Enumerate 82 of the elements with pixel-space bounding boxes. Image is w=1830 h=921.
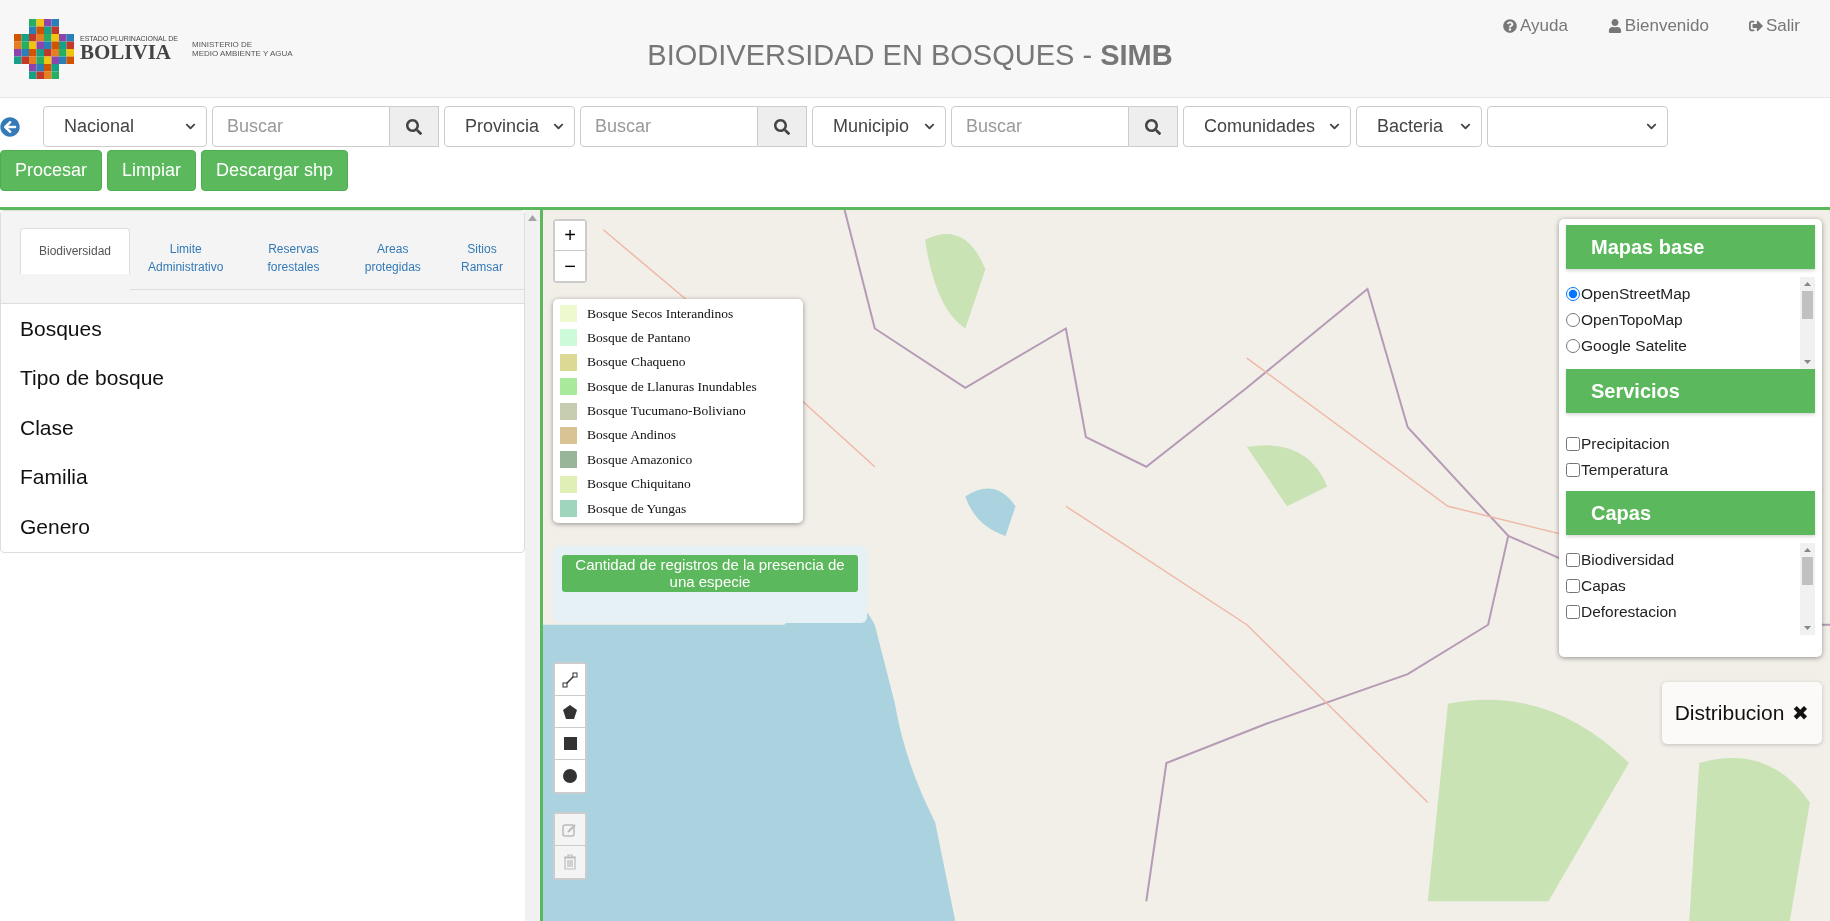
coat-of-arms-logo: [14, 18, 74, 79]
chevron-icon: [1646, 121, 1657, 132]
checkbox-option[interactable]: Temperatura: [1566, 459, 1815, 481]
checkbox-option[interactable]: Biodiversidad: [1566, 549, 1800, 571]
checkbox-option[interactable]: Precipitacion: [1566, 433, 1815, 455]
search-icon: [406, 118, 422, 135]
legend-label: Bosque de Yungas: [587, 500, 687, 517]
nav-link[interactable]: Ayuda: [1502, 16, 1568, 36]
search-field[interactable]: Buscar: [212, 106, 390, 147]
chevron-icon: [924, 121, 935, 132]
section-header: Servicios: [1566, 369, 1815, 413]
sidebar-item[interactable]: Familia: [1, 452, 524, 502]
search-field[interactable]: Buscar: [580, 106, 758, 147]
search-button[interactable]: [1129, 106, 1178, 147]
search-button[interactable]: [758, 106, 807, 147]
section-header: Mapas base: [1566, 225, 1815, 269]
select-field[interactable]: Bacteria: [1356, 106, 1482, 147]
section-header: Capas: [1566, 491, 1815, 535]
search-field[interactable]: Buscar: [951, 106, 1129, 147]
legend-label: Bosque Amazonico: [587, 451, 693, 468]
search-button[interactable]: [390, 106, 439, 147]
radio-button[interactable]: [1566, 287, 1580, 301]
radio-button[interactable]: [1566, 313, 1580, 327]
pentagon-icon: [562, 703, 578, 720]
scrollbar[interactable]: [1800, 543, 1815, 635]
select-field[interactable]: Provincia: [444, 106, 575, 147]
checkbox[interactable]: [1566, 553, 1580, 567]
checkbox-option[interactable]: Deforestacion: [1566, 601, 1800, 623]
sidebar-tab[interactable]: Biodiversidad: [20, 228, 131, 274]
legend-label: Bosque Chaqueno: [587, 354, 686, 371]
radio-option[interactable]: OpenStreetMap: [1566, 283, 1800, 305]
info-title: Cantidad de registros de la presencia de una especie: [562, 555, 858, 592]
legend-label: Bosque Chiquitano: [587, 476, 691, 493]
checkbox[interactable]: [1566, 437, 1580, 451]
sidebar-item[interactable]: Bosques: [1, 304, 524, 354]
select-field[interactable]: Comunidades: [1183, 106, 1351, 147]
checkbox[interactable]: [1566, 579, 1580, 593]
circle-icon: [563, 769, 577, 783]
distribution-label: Distribucion: [1674, 701, 1785, 725]
chevron-icon: [1460, 121, 1471, 132]
radio-button[interactable]: [1566, 339, 1580, 353]
help-icon: [1502, 19, 1517, 33]
checkbox-option[interactable]: Capas: [1566, 575, 1800, 597]
legend-label: Bosque Tucumano-Boliviano: [587, 403, 746, 420]
square-icon: [563, 737, 577, 750]
select-field[interactable]: [1487, 106, 1668, 147]
page-title: BIODIVERSIDAD EN BOSQUES - SIMB: [646, 39, 1174, 72]
zoom-in-button[interactable]: +: [555, 221, 585, 251]
sidebar-tab[interactable]: Sitios Ramsar: [439, 228, 524, 290]
sidebar-tab[interactable]: Reservas forestales: [241, 228, 346, 290]
checkbox[interactable]: [1566, 605, 1580, 619]
sidebar-item[interactable]: Clase: [1, 403, 524, 453]
edit-icon: [562, 821, 578, 838]
close-icon[interactable]: ✖: [1792, 701, 1810, 725]
user-icon: [1607, 19, 1622, 33]
chevron-icon: [1329, 121, 1340, 132]
legend-label: Bosque de Llanuras Inundables: [587, 378, 757, 395]
radio-option[interactable]: OpenTopoMap: [1566, 309, 1800, 331]
logo-name: BOLIVIA: [80, 41, 172, 63]
radio-option[interactable]: Google Satelite: [1566, 335, 1800, 357]
legend-label: Bosque de Pantano: [587, 329, 691, 346]
logout-icon: [1749, 19, 1763, 33]
trash-icon: [563, 854, 577, 870]
search-icon: [774, 118, 790, 135]
nav-link[interactable]: Salir: [1749, 16, 1800, 36]
legend-label: Bosque Andinos: [587, 427, 676, 444]
sidebar-tab[interactable]: Areas protegidas: [345, 228, 440, 290]
sidebar-item[interactable]: Genero: [1, 502, 524, 552]
sidebar-tab[interactable]: Limite Administrativo: [130, 228, 242, 290]
ministry-name: MINISTERIO DE MEDIO AMBIENTE Y AGUA: [192, 39, 293, 58]
sidebar-item[interactable]: Tipo de bosque: [1, 353, 524, 403]
select-field[interactable]: Municipio: [812, 106, 946, 147]
checkbox[interactable]: [1566, 463, 1580, 477]
select-field[interactable]: Nacional: [43, 106, 207, 147]
chevron-icon: [185, 121, 196, 132]
nav-link[interactable]: Bienvenido: [1607, 16, 1709, 36]
line-icon: [562, 671, 578, 688]
legend-label: Bosque Secos Interandinos: [587, 305, 734, 322]
back-icon[interactable]: [0, 116, 20, 137]
scrollbar[interactable]: [1800, 277, 1815, 369]
chevron-icon: [553, 121, 564, 132]
search-icon: [1145, 118, 1161, 135]
